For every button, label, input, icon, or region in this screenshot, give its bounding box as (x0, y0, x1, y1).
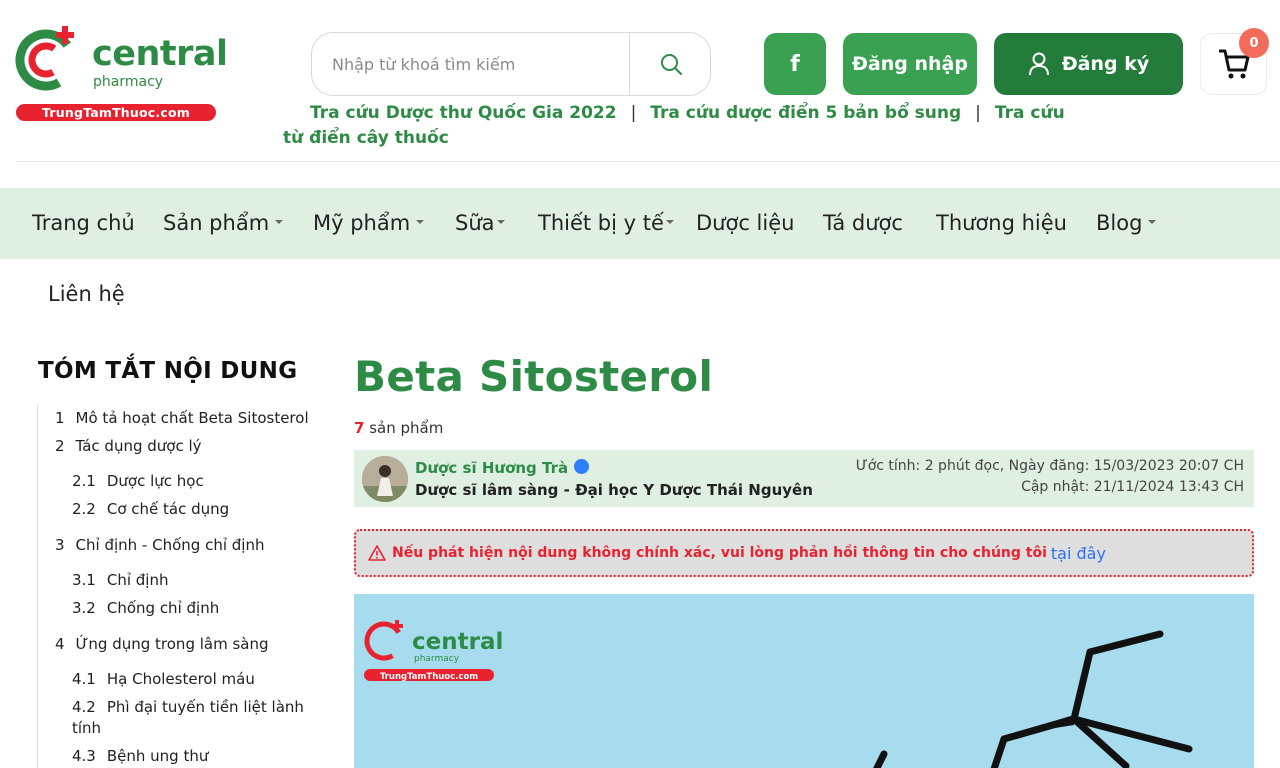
product-count-number: 7 (354, 419, 365, 437)
quick-link-duoc-dien[interactable]: Tra cứu dược điển 5 bản bổ sung (650, 103, 961, 123)
chevron-down-icon (496, 220, 505, 224)
site-logo[interactable]: central pharmacy TrungTamThuoc.com (14, 22, 228, 122)
toc-item[interactable]: 4.1 Hạ Cholesterol máu (72, 670, 255, 688)
chevron-down-icon (1148, 220, 1157, 224)
nav-item-blog[interactable]: Blog (1096, 188, 1157, 259)
warning-icon (368, 545, 386, 561)
link-separator: | (630, 103, 637, 123)
user-icon (1028, 52, 1049, 76)
nav-item-thiet-bi-y-te[interactable]: Thiết bị y tế (538, 188, 674, 259)
toc-item[interactable]: 4.3 Bệnh ung thư (72, 747, 208, 765)
toc-item[interactable]: 3.1 Chỉ định (72, 571, 168, 589)
toc-item[interactable]: 3 Chỉ định - Chống chỉ định (55, 536, 264, 554)
toc-title: TÓM TẮT NỘI DUNG (38, 358, 298, 384)
quick-link-cay-thuoc-cont[interactable]: từ điển cây thuốc (283, 128, 449, 148)
warning-text: Nếu phát hiện nội dung không chính xác, … (392, 545, 1047, 561)
chevron-down-icon (416, 220, 425, 224)
facebook-button[interactable]: f (764, 33, 826, 95)
toc-item[interactable]: 4 Ứng dụng trong lâm sàng (55, 635, 269, 653)
toc-item-continued[interactable]: tính (72, 719, 101, 737)
search-box (311, 32, 711, 96)
avatar-photo (362, 456, 408, 502)
nav-item-san-pham[interactable]: Sản phẩm (163, 188, 284, 259)
toc-item[interactable]: 1 Mô tả hoạt chất Beta Sitosterol (55, 409, 309, 427)
toc-item[interactable]: 3.2 Chống chỉ định (72, 599, 219, 617)
logo-wordmark: central (92, 34, 228, 74)
watermark-wordmark: central (412, 629, 503, 655)
author-name[interactable]: Dược sĩ Hương Trà (415, 459, 590, 477)
main-nav: Trang chủ Sản phẩm Mỹ phẩm Sữa Thiết bị … (0, 188, 1280, 259)
register-label: Đăng ký (1061, 53, 1150, 75)
chevron-down-icon (665, 220, 674, 224)
read-time-publish-date: Ước tính: 2 phút đọc, Ngày đăng: 15/03/2… (855, 458, 1244, 474)
nav-item-lien-he[interactable]: Liên hệ (48, 282, 125, 306)
link-separator: | (975, 103, 981, 123)
product-count[interactable]: 7 sản phẩm (354, 419, 443, 437)
quick-link-cay-thuoc[interactable]: Tra cứu (995, 103, 1065, 123)
nav-item-sua[interactable]: Sữa (455, 188, 505, 259)
toc-item[interactable]: 2 Tác dụng dược lý (55, 437, 202, 455)
article-hero-image: central pharmacy TrungTamThuoc.com (354, 594, 1254, 768)
product-count-label: sản phẩm (369, 419, 444, 437)
molecule-illustration: central pharmacy TrungTamThuoc.com (354, 594, 1254, 768)
author-avatar[interactable] (362, 456, 408, 502)
search-icon (660, 54, 682, 75)
search-input[interactable] (332, 33, 622, 95)
chevron-down-icon (275, 220, 284, 224)
verified-icon (574, 459, 590, 474)
watermark-domain: TrungTamThuoc.com (380, 672, 478, 682)
toc-rail (37, 405, 38, 768)
toc-item[interactable]: 2.2 Cơ chế tác dụng (72, 500, 229, 518)
page-title: Beta Sitosterol (354, 352, 714, 401)
facebook-icon: f (790, 51, 800, 77)
logo-subtitle: pharmacy (93, 74, 164, 90)
login-button[interactable]: Đăng nhập (843, 33, 977, 95)
toc-item[interactable]: 4.2 Phì đại tuyến tiền liệt lành (72, 698, 304, 716)
nav-item-duoc-lieu[interactable]: Dược liệu (696, 188, 794, 259)
feedback-link[interactable]: tại đây (1051, 544, 1106, 563)
toc-item[interactable]: 2.1 Dược lực học (72, 472, 204, 490)
header-divider (16, 161, 1280, 162)
cart-count-badge: 0 (1239, 28, 1269, 58)
nav-item-thuong-hieu[interactable]: Thương hiệu (936, 188, 1067, 259)
quick-link-duoc-thu[interactable]: Tra cứu Dược thư Quốc Gia 2022 (310, 103, 617, 123)
nav-item-trang-chu[interactable]: Trang chủ (32, 188, 135, 259)
nav-item-my-pham[interactable]: Mỹ phẩm (313, 188, 425, 259)
feedback-warning: Nếu phát hiện nội dung không chính xác, … (354, 529, 1254, 577)
search-button[interactable] (629, 33, 711, 95)
author-role: Dược sĩ lâm sàng - Đại học Y Dược Thái N… (415, 481, 813, 499)
central-logo-icon (15, 26, 77, 91)
register-button[interactable]: Đăng ký (994, 33, 1183, 95)
logo-domain: TrungTamThuoc.com (16, 104, 216, 121)
author-box: Dược sĩ Hương Trà Dược sĩ lâm sàng - Đại… (354, 450, 1254, 507)
update-date: Cập nhật: 21/11/2024 13:43 CH (1021, 479, 1244, 495)
watermark-subtitle: pharmacy (414, 654, 460, 664)
nav-item-ta-duoc[interactable]: Tá dược (823, 188, 903, 259)
